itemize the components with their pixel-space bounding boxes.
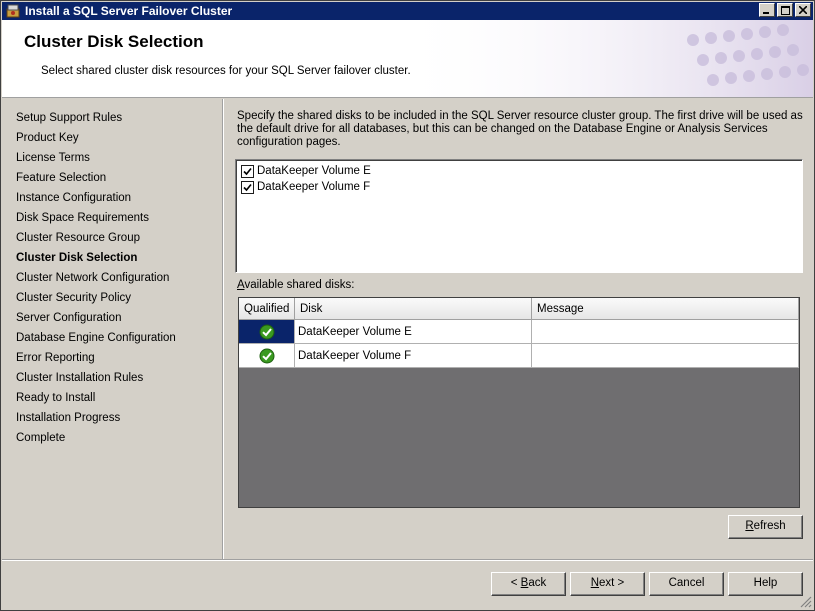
shared-disk-list[interactable]: DataKeeper Volume E DataKeeper Volume F	[235, 159, 803, 273]
green-check-icon	[259, 348, 274, 363]
sidebar-step-item: Error Reporting	[16, 352, 95, 364]
disk-cell: DataKeeper Volume E	[295, 320, 532, 343]
page-subtitle: Select shared cluster disk resources for…	[41, 65, 411, 77]
sidebar-step-item: Cluster Network Configuration	[16, 272, 170, 284]
sidebar-step-item: Disk Space Requirements	[16, 212, 149, 224]
available-label-rest: vailable shared disks:	[244, 279, 355, 291]
sidebar-step-item: Complete	[16, 432, 66, 444]
installer-window: Install a SQL Server Failover Cluster Cl…	[0, 0, 815, 611]
maximize-icon	[780, 5, 790, 15]
window-controls	[759, 3, 811, 17]
main-panel: Specify the shared disks to be included …	[225, 99, 814, 559]
resize-grip-icon[interactable]	[800, 596, 812, 608]
refresh-button[interactable]: Refresh	[728, 515, 803, 539]
close-button[interactable]	[795, 3, 811, 17]
column-header-qualified[interactable]: Qualified	[239, 298, 295, 319]
column-header-message[interactable]: Message	[532, 298, 799, 319]
table-row[interactable]: DataKeeper Volume E	[239, 320, 799, 344]
checkmark-icon	[243, 183, 252, 191]
sidebar-step-item: Cluster Security Policy	[16, 292, 132, 304]
disk-item-label: DataKeeper Volume E	[257, 165, 371, 177]
instructions-text: Specify the shared disks to be included …	[237, 110, 803, 148]
message-cell	[532, 320, 799, 343]
sql-setup-icon	[6, 4, 20, 18]
disk-item-label: DataKeeper Volume F	[257, 181, 371, 193]
back-button[interactable]: < Back	[491, 572, 566, 596]
sidebar-step-item: Ready to Install	[16, 392, 96, 404]
title-bar[interactable]: Install a SQL Server Failover Cluster	[2, 2, 813, 20]
footer-divider	[2, 559, 813, 561]
back-label-rest: ack	[528, 577, 547, 589]
sidebar-step-item: Installation Progress	[16, 412, 121, 424]
step-list: Setup Support Rules Product Key License Te…	[2, 99, 222, 451]
help-button[interactable]: Help	[728, 572, 803, 596]
available-disks-grid[interactable]: Qualified Disk Message DataKeeper Volume…	[238, 297, 800, 508]
sidebar-step-item: Cluster Installation Rules	[16, 372, 144, 384]
window-title: Install a SQL Server Failover Cluster	[25, 4, 233, 18]
back-prefix: <	[510, 577, 521, 589]
page-header: Cluster Disk Selection Select shared clu…	[2, 20, 813, 98]
cancel-button[interactable]: Cancel	[649, 572, 724, 596]
message-cell	[532, 344, 799, 367]
sidebar-step-item: Cluster Resource Group	[16, 232, 140, 244]
sidebar-divider	[223, 99, 224, 559]
sidebar-step-item: Feature Selection	[16, 172, 107, 184]
disk-checkbox[interactable]	[241, 180, 254, 194]
qualified-cell	[239, 344, 295, 367]
sidebar-step-item: Setup Support Rules	[16, 112, 123, 124]
next-accesskey: N	[590, 577, 600, 589]
disk-checkbox[interactable]	[241, 164, 254, 178]
close-icon	[799, 6, 807, 14]
refresh-label-rest: efresh	[753, 520, 786, 532]
next-label-rest: ext >	[599, 577, 625, 589]
maximize-button[interactable]	[777, 3, 793, 17]
qualified-cell	[239, 320, 295, 343]
sidebar-step-item: License Terms	[16, 152, 90, 164]
sidebar-step-item: Instance Configuration	[16, 192, 132, 204]
checkmark-icon	[243, 167, 252, 175]
page-title: Cluster Disk Selection	[24, 32, 204, 51]
header-decoration	[393, 20, 813, 97]
table-row[interactable]: DataKeeper Volume F	[239, 344, 799, 368]
sidebar-step-item: Database Engine Configuration	[16, 332, 176, 344]
green-check-icon	[259, 324, 274, 339]
sidebar-step-item: Product Key	[16, 132, 79, 144]
disk-cell: DataKeeper Volume F	[295, 344, 532, 367]
disk-list-item[interactable]: DataKeeper Volume F	[241, 179, 797, 195]
next-button[interactable]: Next >	[570, 572, 645, 596]
sidebar-step-item: Server Configuration	[16, 312, 122, 324]
sidebar-step-item: Cluster Disk Selection	[16, 252, 138, 264]
available-disks-label: Available shared disks:	[237, 279, 354, 291]
grid-header: Qualified Disk Message	[239, 298, 799, 320]
refresh-accesskey: R	[745, 520, 754, 532]
minimize-icon	[763, 12, 769, 14]
steps-sidebar: Setup Support Rules Product Key License Te…	[2, 99, 223, 559]
column-header-disk[interactable]: Disk	[295, 298, 532, 319]
disk-list-item[interactable]: DataKeeper Volume E	[241, 163, 797, 179]
minimize-button[interactable]	[759, 3, 775, 17]
